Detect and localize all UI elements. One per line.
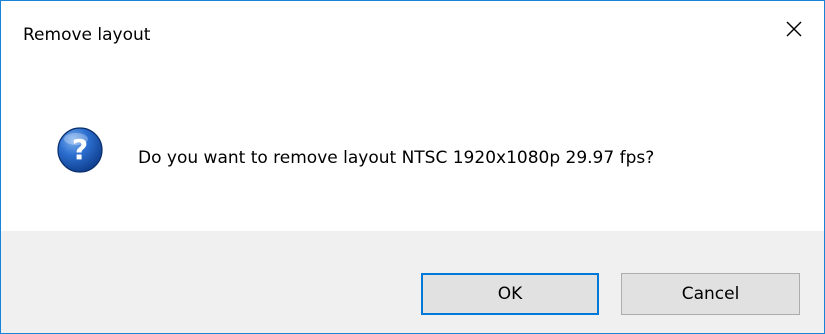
remove-layout-dialog: Remove layout ? Do you want to remove la… <box>0 0 825 334</box>
dialog-footer: OK Cancel <box>1 231 824 333</box>
dialog-message: Do you want to remove layout NTSC 1920x1… <box>138 148 655 168</box>
question-icon: ? <box>57 127 103 173</box>
svg-text:?: ? <box>72 133 88 166</box>
close-icon <box>786 21 802 37</box>
ok-button[interactable]: OK <box>421 273 599 315</box>
cancel-button[interactable]: Cancel <box>621 273 800 315</box>
dialog-title: Remove layout <box>23 25 151 45</box>
close-button[interactable] <box>764 9 824 49</box>
dialog-content: ? Do you want to remove layout NTSC 1920… <box>1 59 824 231</box>
title-bar: Remove layout <box>1 1 824 59</box>
